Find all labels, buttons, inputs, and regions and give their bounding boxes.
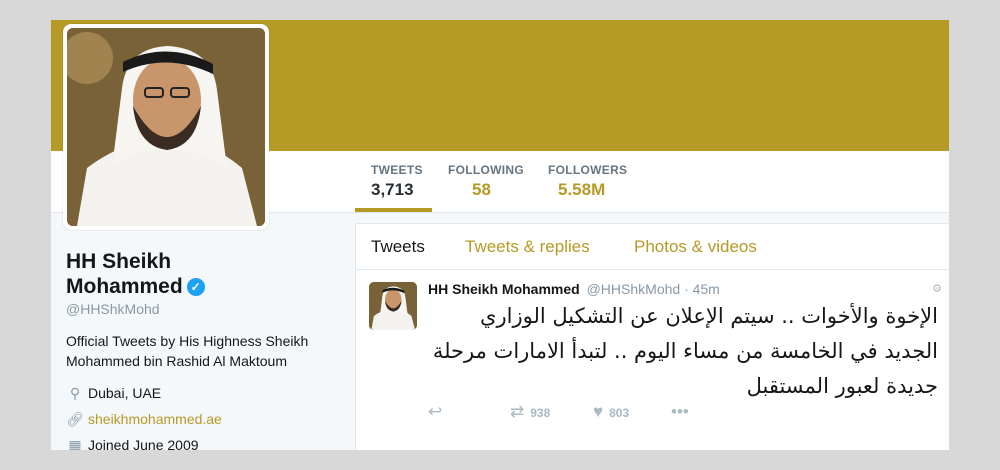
link-icon: 🔗︎ [66,411,84,427]
timeline: Tweets Tweets & replies Photos & videos … [355,223,949,450]
heart-icon: ♥ [593,402,604,421]
profile-name-line1: HH Sheikh [66,250,172,273]
tweet-item[interactable]: HH Sheikh Mohammed @HHShkMohd · 45m ⚙ ال… [356,270,949,450]
tab-photos-videos[interactable]: Photos & videos [634,237,757,257]
joined-text: Joined June 2009 [88,437,199,450]
tweet-avatar-illustration [369,282,417,330]
more-button[interactable]: ••• [671,402,689,422]
tweet-text: الإخوة والأخوات .. سيتم الإعلان عن التشك… [432,304,938,398]
retweet-count: 938 [530,406,551,420]
calendar-icon: ▦ [68,437,82,450]
location-pin-icon: ⚲ [69,385,81,401]
following-stat-value: 58 [472,180,491,199]
avatar-image [67,28,265,226]
tweets-stat-label: TWEETS [371,163,423,177]
tab-tweets[interactable]: Tweets [371,237,425,257]
following-stat[interactable]: FOLLOWING 58 [448,163,524,200]
tweet-author-handle[interactable]: @HHShkMohd [587,281,681,297]
like-button[interactable]: ♥ 803 [593,402,629,422]
reply-button[interactable]: ↩ [428,402,442,422]
profile-page: TWEETS 3,713 FOLLOWING 58 FOLLOWERS 5.58… [51,20,949,450]
followers-stat[interactable]: FOLLOWERS 5.58M [548,163,627,200]
following-stat-label: FOLLOWING [448,163,525,177]
portrait-illustration [67,28,265,226]
tweets-stat[interactable]: TWEETS 3,713 [371,163,423,200]
tweet-avatar[interactable] [369,282,417,330]
tab-tweets-replies[interactable]: Tweets & replies [465,237,590,257]
followers-stat-label: FOLLOWERS [548,163,628,177]
verified-badge-icon: ✓ [186,278,205,296]
profile-name[interactable]: HH Sheikh Mohammed ✓ [66,249,336,299]
location-text: Dubai, UAE [88,385,162,401]
more-dots-icon: ••• [671,402,689,421]
tweet-header: HH Sheikh Mohammed @HHShkMohd · 45m [428,281,720,297]
timeline-tabs: Tweets Tweets & replies Photos & videos [356,224,949,270]
profile-website: 🔗︎ sheikhmohammed.ae [66,409,336,429]
website-link[interactable]: sheikhmohammed.ae [88,411,222,427]
followers-stat-value: 5.58M [558,180,606,199]
retweet-button[interactable]: ⇄ 938 [510,402,550,422]
profile-card: HH Sheikh Mohammed ✓ @HHShkMohd Official … [66,249,336,450]
tweet-more-caret-icon[interactable]: ⚙ [932,282,942,295]
profile-avatar[interactable] [63,24,269,230]
profile-bio: Official Tweets by His Highness Sheikh M… [66,333,309,369]
profile-handle[interactable]: @HHShkMohd [66,301,336,317]
profile-name-line2: Mohammed [66,275,183,298]
profile-joined: ▦ Joined June 2009 [66,435,336,450]
tweet-author-name[interactable]: HH Sheikh Mohammed [428,281,580,297]
reply-icon: ↩ [428,402,443,421]
retweet-icon: ⇄ [510,402,525,421]
tweet-timestamp[interactable]: · 45m [684,281,720,297]
profile-location: ⚲ Dubai, UAE [66,383,336,403]
like-count: 803 [609,406,630,420]
tweets-stat-value: 3,713 [371,180,414,199]
active-stat-indicator [355,208,432,212]
